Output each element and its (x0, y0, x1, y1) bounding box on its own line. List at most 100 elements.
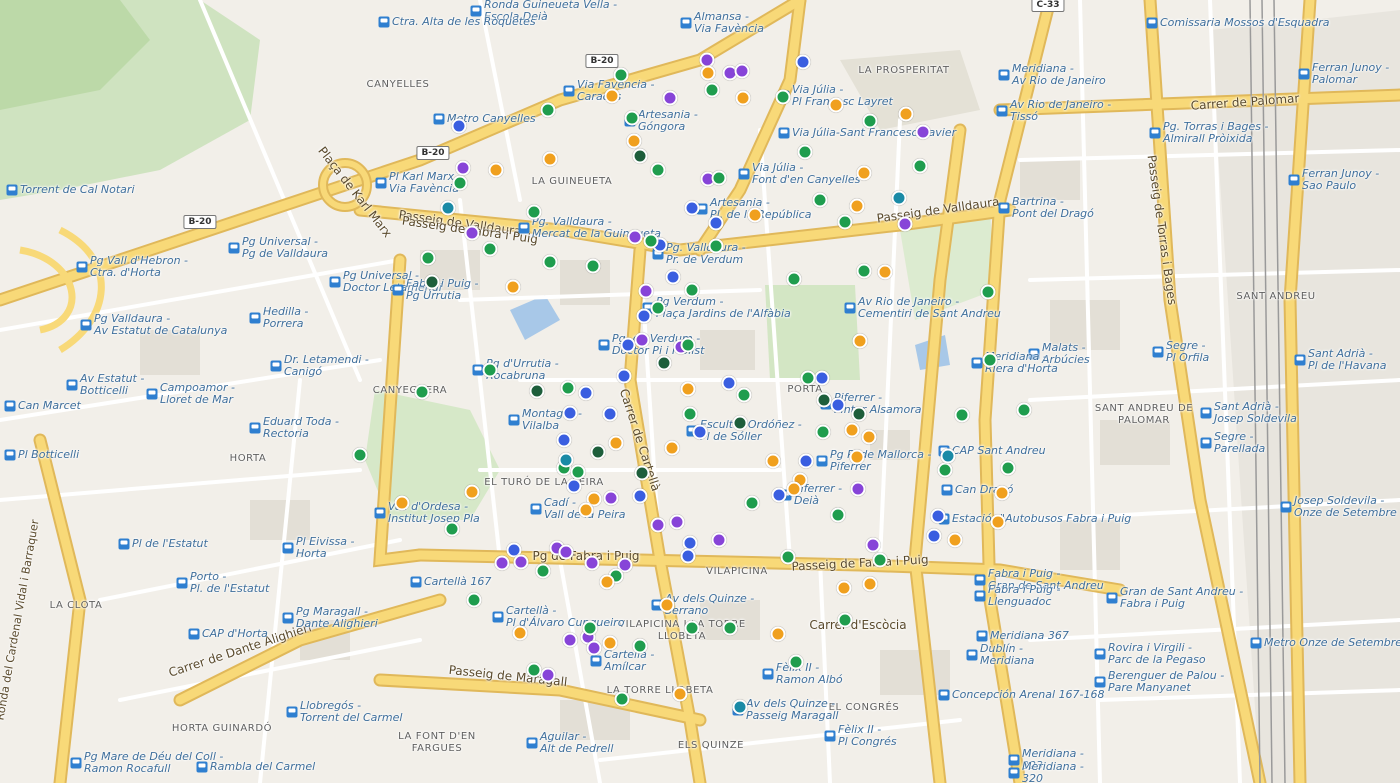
map-marker-orange[interactable] (862, 576, 878, 592)
map-marker-blue[interactable] (708, 215, 724, 231)
map-marker-green[interactable] (352, 447, 368, 463)
map-marker-green[interactable] (708, 238, 724, 254)
map-marker-orange[interactable] (770, 626, 786, 642)
map-marker-green[interactable] (535, 563, 551, 579)
map-marker-green[interactable] (466, 592, 482, 608)
bus-stop-icon[interactable] (1152, 346, 1164, 358)
bus-stop-icon[interactable] (941, 484, 953, 496)
bus-stop-icon[interactable] (1200, 407, 1212, 419)
bus-stop-icon[interactable] (680, 17, 692, 29)
map-marker-blue[interactable] (602, 406, 618, 422)
map-marker-green[interactable] (482, 241, 498, 257)
map-marker-purple[interactable] (662, 90, 678, 106)
map-marker-orange[interactable] (464, 484, 480, 500)
map-marker-green[interactable] (585, 258, 601, 274)
map-marker-orange[interactable] (856, 165, 872, 181)
bus-stop-icon[interactable] (508, 414, 520, 426)
map-marker-blue[interactable] (814, 370, 830, 386)
map-marker-green[interactable] (937, 462, 953, 478)
map-marker-blue[interactable] (684, 200, 700, 216)
bus-stop-icon[interactable] (80, 319, 92, 331)
map-marker-green[interactable] (684, 620, 700, 636)
map-marker-blue[interactable] (930, 508, 946, 524)
bus-stop-icon[interactable] (410, 576, 422, 588)
map-marker-purple[interactable] (562, 632, 578, 648)
map-marker-orange[interactable] (602, 635, 618, 651)
map-marker-orange[interactable] (626, 133, 642, 149)
map-marker-green[interactable] (582, 620, 598, 636)
map-marker-darkgreen[interactable] (732, 415, 748, 431)
bus-stop-icon[interactable] (433, 113, 445, 125)
map-marker-orange[interactable] (659, 597, 675, 613)
map-marker-orange[interactable] (542, 151, 558, 167)
bus-stop-icon[interactable] (518, 222, 530, 234)
map-canvas[interactable]: B-20 B-20 B-20 C-33 CANYELLES LA PROSPERITAT L… (0, 0, 1400, 783)
map-marker-orange[interactable] (877, 264, 893, 280)
map-marker-green[interactable] (786, 271, 802, 287)
map-marker-green[interactable] (982, 352, 998, 368)
map-marker-blue[interactable] (578, 385, 594, 401)
map-marker-green[interactable] (643, 233, 659, 249)
map-marker-purple[interactable] (603, 490, 619, 506)
map-marker-blue[interactable] (798, 453, 814, 469)
map-marker-teal[interactable] (940, 448, 956, 464)
map-marker-orange[interactable] (664, 440, 680, 456)
map-marker-green[interactable] (704, 82, 720, 98)
map-marker-blue[interactable] (665, 269, 681, 285)
map-marker-purple[interactable] (638, 283, 654, 299)
map-marker-orange[interactable] (604, 88, 620, 104)
map-marker-green[interactable] (837, 214, 853, 230)
map-marker-purple[interactable] (711, 532, 727, 548)
map-marker-blue[interactable] (692, 424, 708, 440)
map-marker-green[interactable] (722, 620, 738, 636)
map-marker-darkgreen[interactable] (424, 274, 440, 290)
map-marker-green[interactable] (420, 250, 436, 266)
bus-stop-icon[interactable] (176, 577, 188, 589)
bus-stop-icon[interactable] (378, 16, 390, 28)
map-marker-darkgreen[interactable] (656, 355, 672, 371)
map-marker-green[interactable] (815, 424, 831, 440)
bus-stop-icon[interactable] (118, 538, 130, 550)
map-marker-blue[interactable] (636, 308, 652, 324)
map-marker-orange[interactable] (505, 279, 521, 295)
bus-stop-icon[interactable] (249, 312, 261, 324)
map-marker-green[interactable] (788, 654, 804, 670)
map-marker-green[interactable] (680, 337, 696, 353)
map-marker-purple[interactable] (586, 640, 602, 656)
bus-stop-icon[interactable] (824, 730, 836, 742)
map-marker-purple[interactable] (584, 555, 600, 571)
bus-stop-icon[interactable] (974, 574, 986, 586)
bus-stop-icon[interactable] (66, 379, 78, 391)
bus-stop-icon[interactable] (1106, 592, 1118, 604)
map-marker-orange[interactable] (990, 514, 1006, 530)
bus-stop-icon[interactable] (6, 184, 18, 196)
bus-stop-icon[interactable] (738, 168, 750, 180)
map-marker-green[interactable] (800, 370, 816, 386)
bus-stop-icon[interactable] (976, 630, 988, 642)
map-marker-green[interactable] (613, 67, 629, 83)
map-marker-teal[interactable] (891, 190, 907, 206)
map-marker-purple[interactable] (634, 332, 650, 348)
map-marker-green[interactable] (711, 170, 727, 186)
bus-stop-icon[interactable] (974, 590, 986, 602)
bus-stop-icon[interactable] (392, 284, 404, 296)
map-marker-green[interactable] (775, 89, 791, 105)
map-marker-orange[interactable] (844, 422, 860, 438)
map-marker-green[interactable] (872, 552, 888, 568)
bus-stop-icon[interactable] (590, 655, 602, 667)
map-marker-orange[interactable] (849, 449, 865, 465)
map-marker-orange[interactable] (836, 580, 852, 596)
map-marker-green[interactable] (650, 300, 666, 316)
bus-stop-icon[interactable] (1008, 767, 1020, 779)
bus-stop-icon[interactable] (374, 507, 386, 519)
bus-stop-icon[interactable] (249, 422, 261, 434)
map-marker-green[interactable] (780, 549, 796, 565)
map-marker-darkgreen[interactable] (529, 383, 545, 399)
map-marker-green[interactable] (954, 407, 970, 423)
map-marker-purple[interactable] (540, 667, 556, 683)
bus-stop-icon[interactable] (996, 105, 1008, 117)
map-marker-orange[interactable] (786, 481, 802, 497)
bus-stop-icon[interactable] (1288, 174, 1300, 186)
bus-stop-icon[interactable] (938, 689, 950, 701)
map-marker-teal[interactable] (558, 452, 574, 468)
